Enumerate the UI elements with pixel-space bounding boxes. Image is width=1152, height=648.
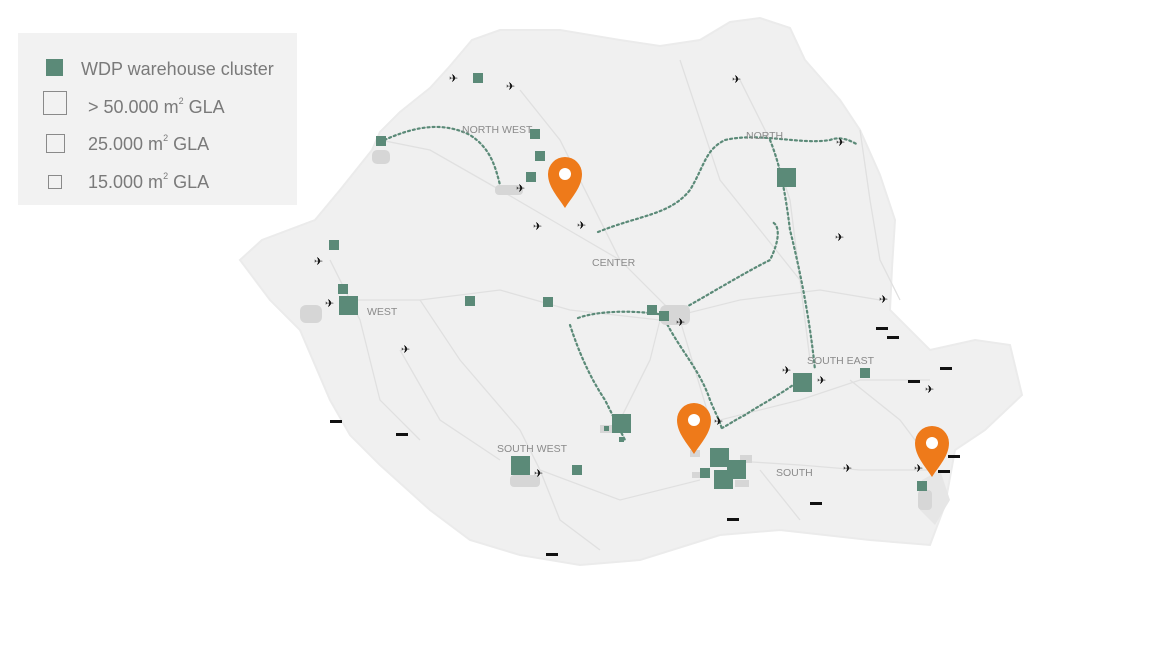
size-15k-swatch xyxy=(48,175,62,189)
cluster-marker xyxy=(612,414,631,433)
airport-icon: ✈ xyxy=(836,136,845,149)
cluster-marker xyxy=(473,73,483,83)
cluster-marker xyxy=(338,284,348,294)
airport-icon: ✈ xyxy=(314,255,323,268)
legend-cluster-label: WDP warehouse cluster xyxy=(81,59,274,79)
cluster-marker xyxy=(793,373,812,392)
country-outline xyxy=(238,16,1024,567)
legend-size-15k: 15.000 m2 GLA xyxy=(88,171,210,192)
airport-icon: ✈ xyxy=(506,80,515,93)
cluster-marker xyxy=(543,297,553,307)
cluster-marker xyxy=(714,470,733,489)
region-label-south-east: SOUTH EAST xyxy=(807,355,875,367)
cluster-marker xyxy=(530,129,540,139)
cluster-marker xyxy=(659,311,669,321)
cluster-marker xyxy=(917,481,927,491)
cluster-marker xyxy=(777,168,796,187)
port-icon xyxy=(938,470,950,473)
cluster-marker xyxy=(710,448,729,467)
port-icon xyxy=(727,518,739,521)
size-50k-swatch xyxy=(43,91,67,115)
region-label-west: WEST xyxy=(367,306,398,318)
airport-icon: ✈ xyxy=(835,231,844,244)
airport-icon: ✈ xyxy=(817,374,826,387)
cluster-marker xyxy=(647,305,657,315)
size-25k-swatch xyxy=(46,134,65,153)
legend-size-25k: 25.000 m2 GLA xyxy=(88,133,210,154)
legend-size-50k: > 50.000 m2 GLA xyxy=(88,96,225,117)
port-icon xyxy=(330,420,342,423)
cluster-marker xyxy=(526,172,536,182)
port-icon xyxy=(940,367,952,370)
port-icon xyxy=(887,336,899,339)
airport-icon: ✈ xyxy=(577,219,586,232)
port-icon xyxy=(810,502,822,505)
map-legend: WDP warehouse cluster > 50.000 m2 GLA 25… xyxy=(18,33,297,205)
airport-icon: ✈ xyxy=(925,383,934,396)
cluster-marker xyxy=(619,437,624,442)
cluster-swatch xyxy=(46,59,63,76)
airport-icon: ✈ xyxy=(714,415,723,428)
region-label-north-west: NORTH WEST xyxy=(462,124,533,136)
airport-icon: ✈ xyxy=(732,73,741,86)
airport-icon: ✈ xyxy=(914,462,923,475)
port-icon xyxy=(396,433,408,436)
airport-icon: ✈ xyxy=(516,182,525,195)
cluster-marker xyxy=(511,456,530,475)
cluster-marker xyxy=(339,296,358,315)
cluster-marker xyxy=(535,151,545,161)
port-icon xyxy=(876,327,888,330)
airport-icon: ✈ xyxy=(325,297,334,310)
cluster-marker xyxy=(860,368,870,378)
cluster-marker xyxy=(604,426,609,431)
port-icon xyxy=(908,380,920,383)
port-icon xyxy=(948,455,960,458)
airport-icon: ✈ xyxy=(676,316,685,329)
airport-icon: ✈ xyxy=(879,293,888,306)
airport-icon: ✈ xyxy=(782,364,791,377)
cluster-marker xyxy=(572,465,582,475)
region-label-south-west: SOUTH WEST xyxy=(497,443,568,455)
airport-icon: ✈ xyxy=(449,72,458,85)
airport-icon: ✈ xyxy=(534,467,543,480)
airport-icon: ✈ xyxy=(401,343,410,356)
airport-icon: ✈ xyxy=(533,220,542,233)
cluster-marker xyxy=(329,240,339,250)
port-icon xyxy=(546,553,558,556)
region-label-north: NORTH xyxy=(746,130,783,142)
region-label-center: CENTER xyxy=(592,257,636,269)
cluster-marker xyxy=(700,468,710,478)
region-label-south: SOUTH xyxy=(776,467,813,479)
airport-icon: ✈ xyxy=(843,462,852,475)
cluster-marker xyxy=(465,296,475,306)
cluster-marker xyxy=(376,136,386,146)
